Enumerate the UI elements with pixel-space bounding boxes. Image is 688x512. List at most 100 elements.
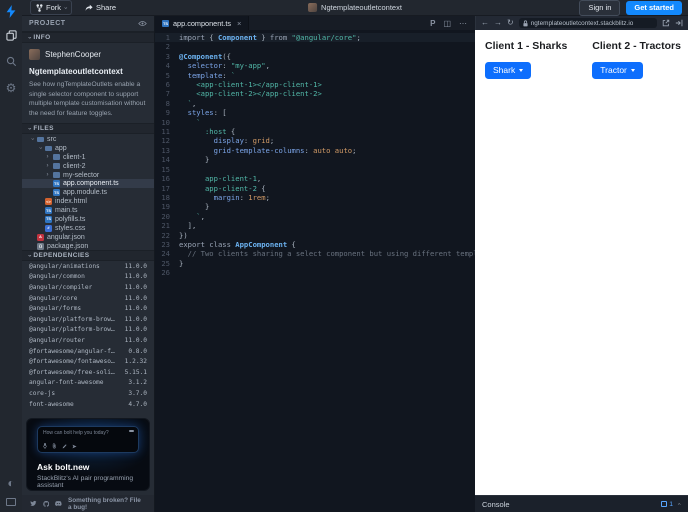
dependency-row[interactable]: @fortawesome/angular-fontawesome 0.8.0 <box>22 346 154 357</box>
file-label: index.html <box>55 198 87 206</box>
code-line[interactable]: 11 :host { <box>155 127 475 136</box>
dependency-version: ··· <box>136 411 147 413</box>
code-editor[interactable]: 1 import { Component } from "@angular/cor… <box>155 30 475 512</box>
more-options-icon[interactable]: ⋯ <box>459 19 467 28</box>
close-tab-icon[interactable]: × <box>237 19 241 28</box>
tree-item-package.json[interactable]: {} package.json <box>22 242 154 250</box>
twitter-icon[interactable] <box>30 500 37 507</box>
line-content: app-client-2 { <box>179 183 266 193</box>
dependency-row[interactable]: @fortawesome/free-solid-svg-icons 5.15.1 <box>22 367 154 378</box>
expand-console-icon[interactable]: › <box>677 503 683 505</box>
code-line[interactable]: 12 display: grid; <box>155 136 475 145</box>
code-line[interactable]: 8 `, <box>155 99 475 108</box>
dependency-row[interactable]: @angular/animations 11.0.0 <box>22 261 154 272</box>
dock-preview-icon[interactable] <box>675 19 683 27</box>
code-line[interactable]: 14 } <box>155 155 475 164</box>
chevron-down-icon: › <box>26 127 33 130</box>
folder-icon <box>53 172 60 178</box>
dependencies-section-header[interactable]: › DEPENDENCIES <box>22 250 154 261</box>
code-line[interactable]: 13 grid-template-columns: auto auto; <box>155 146 475 155</box>
code-line[interactable]: 21 ], <box>155 221 475 230</box>
hide-panel-eye-icon[interactable] <box>138 20 147 27</box>
project-description: See how ngTemplateOutlets enable a singl… <box>29 81 146 117</box>
stackblitz-logo-icon[interactable] <box>5 5 18 18</box>
code-line[interactable]: 2 <box>155 42 475 51</box>
code-line[interactable]: 17 app-client-2 { <box>155 184 475 193</box>
dependency-row[interactable]: @angular/core 11.0.0 <box>22 293 154 304</box>
code-line[interactable]: 22}) <box>155 231 475 240</box>
prettier-icon[interactable]: P <box>430 19 435 28</box>
code-line[interactable]: 7 <app-client-2></app-client-2> <box>155 89 475 98</box>
sign-in-button[interactable]: Sign in <box>579 0 621 16</box>
url-bar[interactable]: ngtemplateoutletcontext.stackblitz.io <box>518 18 657 28</box>
code-line[interactable]: 16 app-client-1, <box>155 174 475 183</box>
share-label: Share <box>96 3 117 12</box>
line-content: import { Component } from "@angular/core… <box>179 33 361 42</box>
shark-dropdown-button[interactable]: Shark <box>485 61 532 79</box>
github-icon[interactable] <box>42 500 50 508</box>
tree-item-main.ts[interactable]: TS main.ts <box>22 206 154 215</box>
code-line[interactable]: 15 <box>155 165 475 174</box>
fork-button[interactable]: Fork › <box>30 0 72 15</box>
dependency-row[interactable]: font-awesome 4.7.0 <box>22 399 154 410</box>
code-line[interactable]: 26 <box>155 268 475 277</box>
tree-item-index.html[interactable]: <> index.html <box>22 197 154 206</box>
tree-item-my-selector[interactable]: › my-selector <box>22 171 154 180</box>
dependency-row[interactable]: @angular/router 11.0.0 <box>22 335 154 346</box>
dependency-row[interactable]: @fortawesome/fontawesome-svg-core 1.2.32 <box>22 356 154 367</box>
code-line[interactable]: 24 // Two clients sharing a select compo… <box>155 249 475 258</box>
tree-item-polyfills.ts[interactable]: TS polyfills.ts <box>22 215 154 224</box>
author-name[interactable]: StephenCooper <box>45 50 101 59</box>
tab-app-component-ts[interactable]: TS app.component.ts × <box>155 16 250 30</box>
dependency-row[interactable]: angular-font-awesome 3.1.2 <box>22 378 154 389</box>
code-line[interactable]: 5 template: ` <box>155 71 475 80</box>
dependency-row[interactable]: core-js 3.7.0 <box>22 388 154 399</box>
forward-icon[interactable]: → <box>494 19 502 27</box>
code-line[interactable]: 6 <app-client-1></app-client-1> <box>155 80 475 89</box>
refresh-icon[interactable]: ↻ <box>507 19 514 27</box>
code-line[interactable]: 20 `, <box>155 212 475 221</box>
tree-item-app[interactable]: › app <box>22 144 154 153</box>
dependency-row[interactable]: @angular/platform-browser 11.0.0 <box>22 314 154 325</box>
discord-icon[interactable] <box>55 500 62 507</box>
code-line[interactable]: 19 } <box>155 202 475 211</box>
dependency-row[interactable]: @angular/forms 11.0.0 <box>22 303 154 314</box>
code-line[interactable]: 23 export class AppComponent { <box>155 240 475 249</box>
code-line[interactable]: 4 selector: "my-app", <box>155 61 475 70</box>
open-in-new-window-icon[interactable] <box>662 19 670 27</box>
theme-toggle-icon[interactable]: ◐ <box>5 476 18 489</box>
tree-item-client-1[interactable]: › client-1 <box>22 153 154 162</box>
tree-item-app.module.ts[interactable]: TS app.module.ts <box>22 188 154 197</box>
info-section-header[interactable]: › INFO <box>22 32 154 43</box>
share-button[interactable]: Share <box>80 1 121 14</box>
back-icon[interactable]: ← <box>481 19 489 27</box>
file-label: app.component.ts <box>63 180 119 188</box>
tree-item-src[interactable]: › src <box>22 135 154 144</box>
search-icon[interactable] <box>5 55 18 68</box>
tree-item-styles.css[interactable]: # styles.css <box>22 224 154 233</box>
bolt-promo-card[interactable]: How can bolt help you today? Ask bolt.ne… <box>26 418 150 491</box>
console-bar[interactable]: Console 1 › <box>475 495 688 512</box>
tree-item-angular.json[interactable]: Aangular.json <box>22 233 154 242</box>
split-editor-icon[interactable]: ◫ <box>443 19 451 28</box>
code-line[interactable]: 25} <box>155 259 475 268</box>
tree-item-app.component.ts[interactable]: TS app.component.ts <box>22 179 154 189</box>
author-avatar <box>29 49 40 60</box>
bottom-panel-icon[interactable] <box>5 495 18 508</box>
settings-gear-icon[interactable]: ⚙ <box>5 81 18 94</box>
get-started-button[interactable]: Get started <box>626 0 682 15</box>
dependency-row[interactable]: ··· ··· <box>22 409 154 413</box>
dependency-row[interactable]: @angular/platform-browser-dynamic 11.0.0 <box>22 325 154 336</box>
project-files-icon[interactable] <box>5 29 18 42</box>
code-line[interactable]: 3 @Component({ <box>155 52 475 61</box>
tractor-dropdown-button[interactable]: Tractor <box>592 61 643 79</box>
files-section-header[interactable]: › FILES <box>22 123 154 134</box>
file-bug-link[interactable]: Something broken? File a bug! <box>68 497 146 511</box>
code-line[interactable]: 1 import { Component } from "@angular/cor… <box>155 33 475 43</box>
code-line[interactable]: 18 margin: 1rem; <box>155 193 475 202</box>
code-line[interactable]: 10 ` <box>155 118 475 127</box>
dependency-row[interactable]: @angular/common 11.0.0 <box>22 272 154 283</box>
code-line[interactable]: 9 styles: [ <box>155 108 475 117</box>
dependency-row[interactable]: @angular/compiler 11.0.0 <box>22 282 154 293</box>
tree-item-client-2[interactable]: › client-2 <box>22 162 154 171</box>
